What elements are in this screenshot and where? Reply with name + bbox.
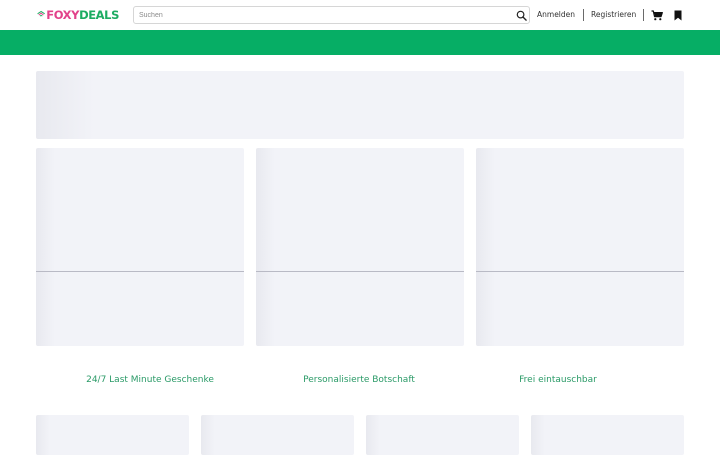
card-divider: [36, 271, 244, 272]
cart-icon[interactable]: [651, 10, 663, 21]
logo-mark-icon: [37, 10, 45, 17]
category-tile-placeholder: [366, 415, 519, 455]
login-link[interactable]: Anmelden: [537, 9, 575, 20]
site-header: FOXYDEALS Anmelden Registrieren: [0, 0, 720, 30]
logo-text-deals: DEALS: [79, 8, 119, 22]
foxydeals-logo[interactable]: FOXYDEALS: [37, 6, 119, 24]
feature-exchangeable: Frei eintauschbar: [519, 375, 597, 385]
search-icon[interactable]: [516, 10, 527, 21]
logo-text-foxy: FOXY: [46, 8, 80, 22]
product-card-placeholder: [256, 148, 464, 346]
card-divider: [256, 271, 464, 272]
bookmark-icon[interactable]: [674, 10, 682, 21]
register-link[interactable]: Registrieren: [591, 9, 636, 20]
card-divider: [476, 271, 684, 272]
category-tile-placeholder: [36, 415, 189, 455]
search-box: [133, 6, 530, 24]
hero-placeholder: [36, 71, 684, 139]
logo-text: FOXYDEALS: [46, 8, 119, 22]
nav-divider: [643, 9, 644, 21]
product-card-placeholder: [36, 148, 244, 346]
category-tile-placeholder: [201, 415, 354, 455]
feature-last-minute: 24/7 Last Minute Geschenke: [86, 375, 214, 385]
feature-personal-message: Personalisierte Botschaft: [303, 375, 415, 385]
search-input[interactable]: [139, 8, 509, 22]
product-card-placeholder: [476, 148, 684, 346]
green-banner: [0, 30, 720, 55]
category-tile-placeholder: [531, 415, 684, 455]
nav-divider: [583, 9, 584, 21]
